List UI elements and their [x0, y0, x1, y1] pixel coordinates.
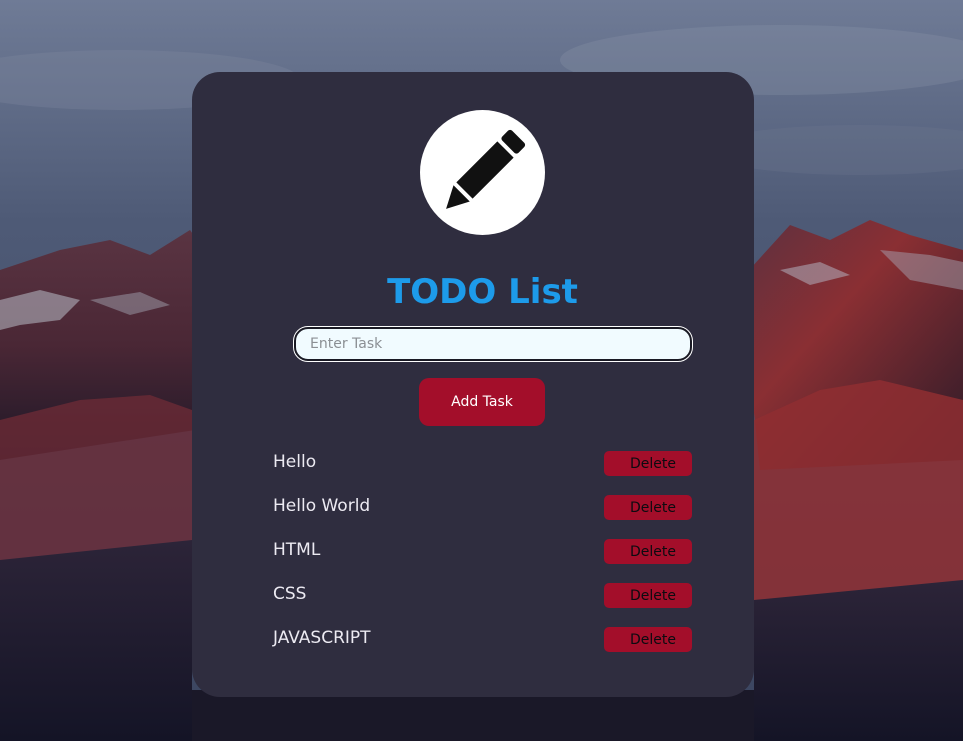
- task-item: JAVASCRIPT Delete: [273, 618, 693, 662]
- task-text: Hello World: [273, 496, 371, 516]
- delete-button[interactable]: Delete: [604, 539, 692, 564]
- add-task-button[interactable]: Add Task: [419, 378, 545, 426]
- page-title: TODO List: [387, 272, 578, 312]
- task-list: Hello Delete Hello World Delete HTML Del…: [273, 442, 693, 662]
- delete-button[interactable]: Delete: [604, 627, 692, 652]
- task-text: JAVASCRIPT: [273, 628, 371, 648]
- task-input[interactable]: [293, 326, 693, 362]
- task-item: Hello World Delete: [273, 486, 693, 530]
- task-item: HTML Delete: [273, 530, 693, 574]
- delete-button[interactable]: Delete: [604, 583, 692, 608]
- task-item: Hello Delete: [273, 442, 693, 486]
- pencil-icon: [446, 129, 526, 209]
- todo-card: TODO List Add Task Hello Delete Hello Wo…: [192, 72, 754, 697]
- task-text: HTML: [273, 540, 321, 560]
- task-text: Hello: [273, 452, 317, 472]
- task-item: CSS Delete: [273, 574, 693, 618]
- delete-button[interactable]: Delete: [604, 495, 692, 520]
- task-text: CSS: [273, 584, 307, 604]
- logo-circle: [420, 110, 545, 235]
- delete-button[interactable]: Delete: [604, 451, 692, 476]
